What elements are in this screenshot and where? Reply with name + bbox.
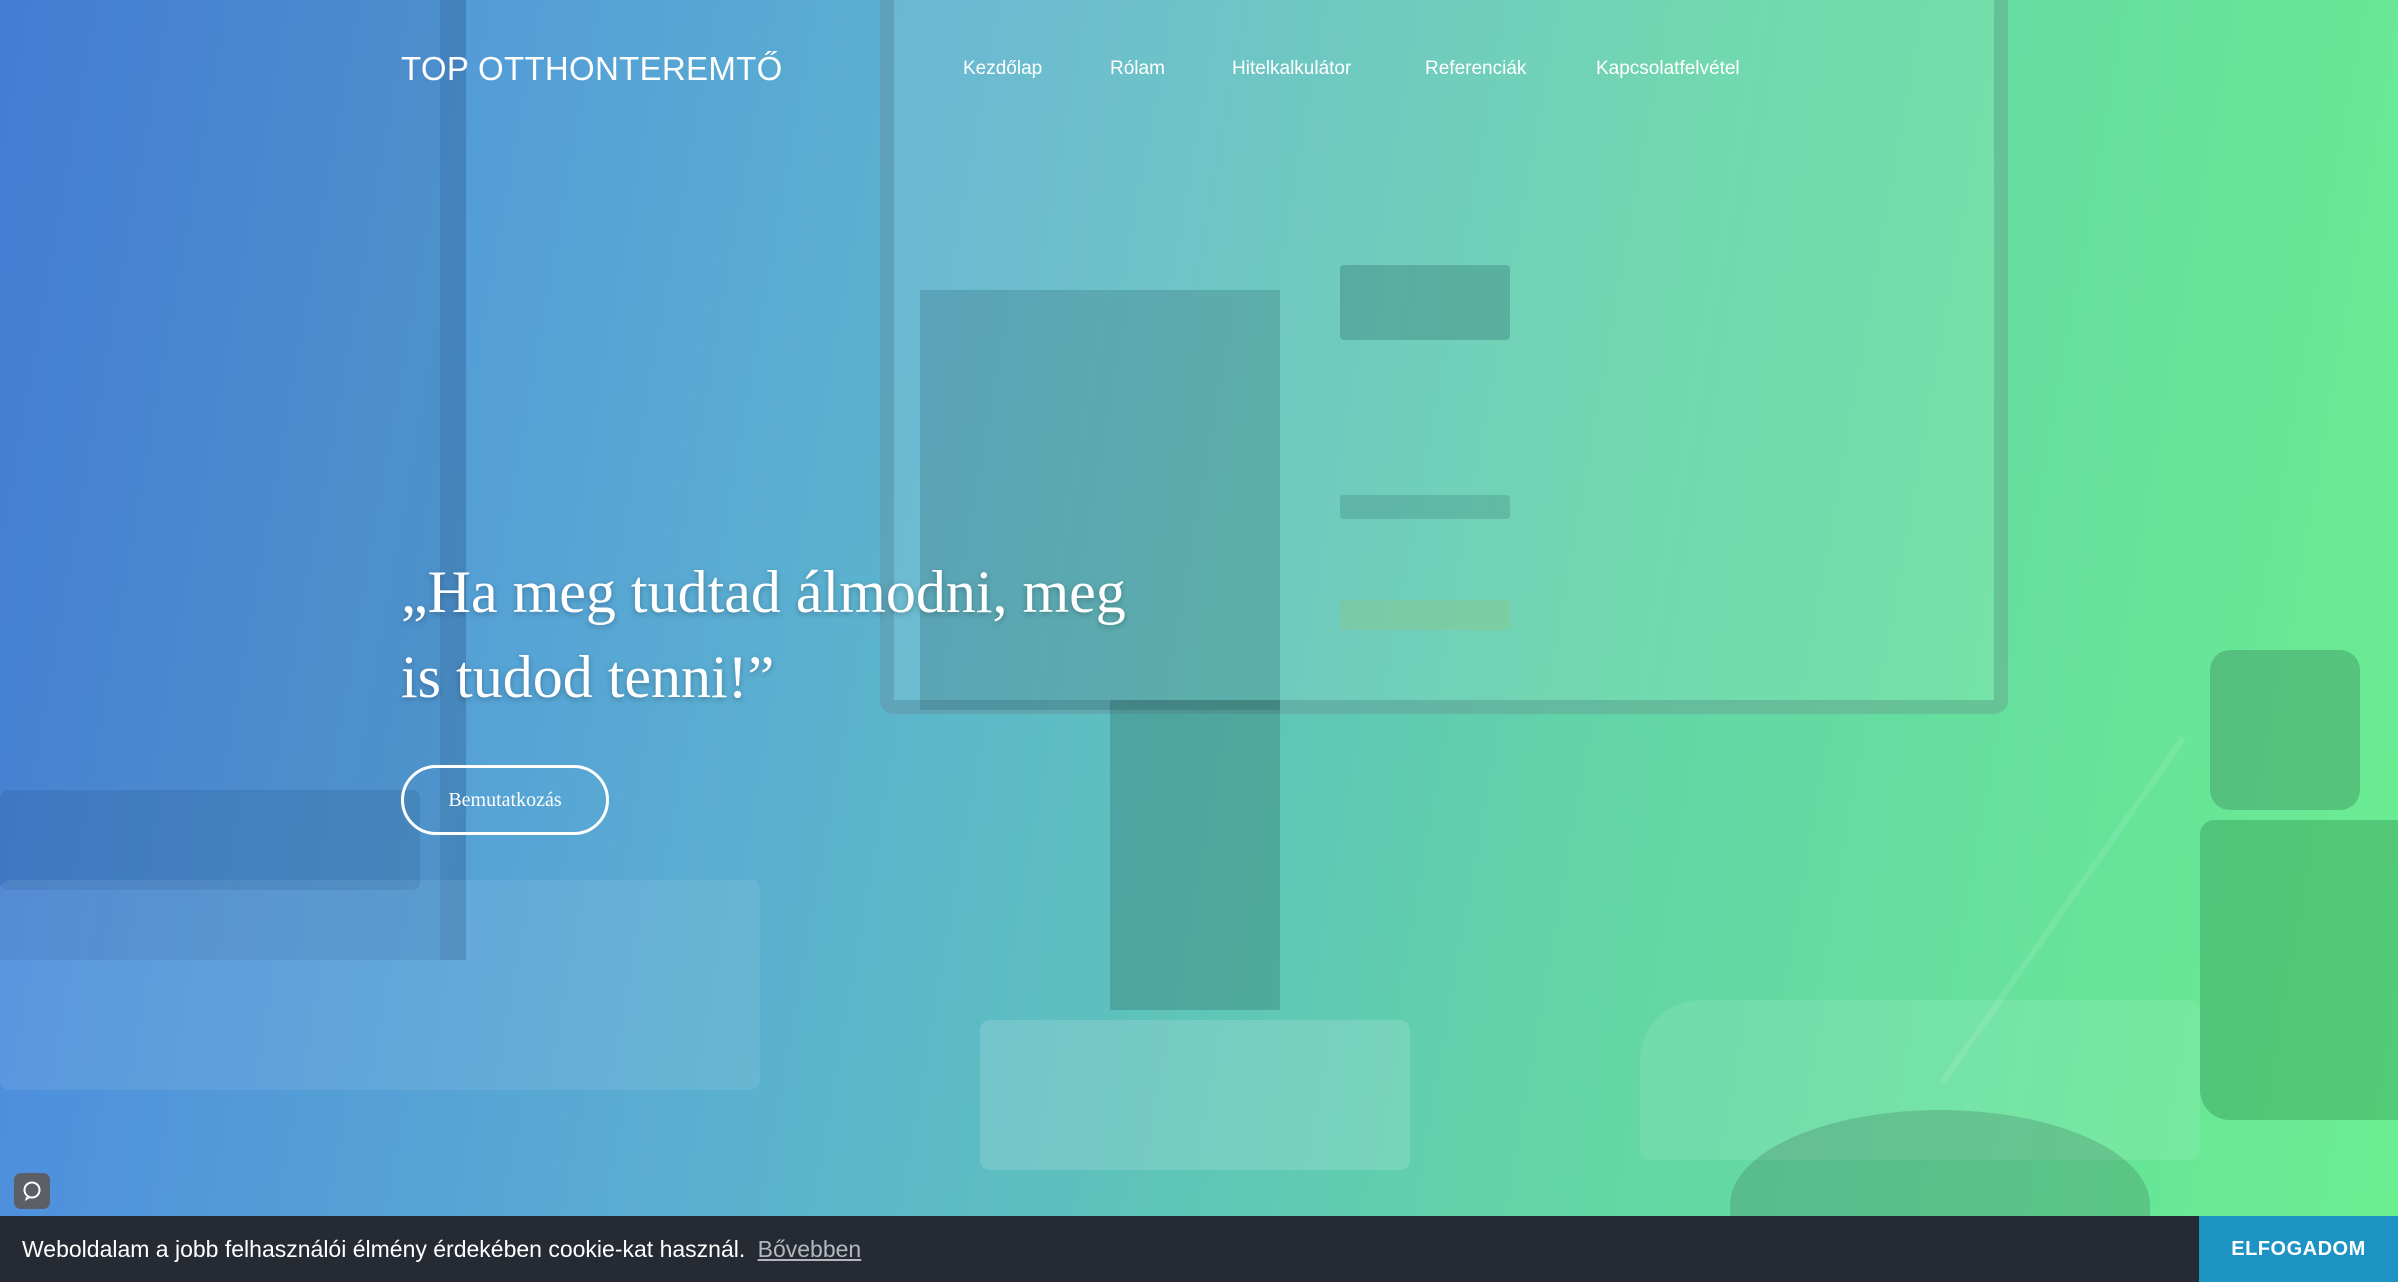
site-logo[interactable]: TOP OTTHONTEREMTŐ — [401, 50, 783, 88]
chat-bubble-icon-glyph — [23, 1181, 41, 1201]
background-screen-block — [1340, 495, 1510, 519]
background-laptop — [0, 880, 760, 1090]
background-mug — [2200, 820, 2398, 1120]
chat-bubble-icon[interactable] — [14, 1173, 50, 1209]
nav-item-referenciak[interactable]: Referenciák — [1425, 58, 1526, 80]
hero-quote: „Ha meg tudtad álmodni, meg is tudod ten… — [401, 550, 1201, 720]
background-device-box — [980, 1020, 1410, 1170]
background-screen-block — [1340, 600, 1510, 630]
background-screen-block — [1340, 265, 1510, 340]
intro-button[interactable]: Bemutatkozás — [401, 765, 609, 835]
background-monitor-stand — [1110, 700, 1280, 1010]
nav-item-hitelkalkulator[interactable]: Hitelkalkulátor — [1232, 58, 1351, 80]
background-phone — [2210, 650, 2360, 810]
nav-item-rolam[interactable]: Rólam — [1110, 58, 1165, 80]
nav-item-kezdolap[interactable]: Kezdőlap — [963, 58, 1042, 80]
cookie-bar: Weboldalam a jobb felhasználói élmény ér… — [0, 1216, 2398, 1282]
background-keyboard — [0, 790, 420, 890]
cookie-message-text: Weboldalam a jobb felhasználói élmény ér… — [22, 1235, 746, 1262]
nav-item-kapcsolatfelvetel[interactable]: Kapcsolatfelvétel — [1596, 58, 1740, 80]
accept-cookies-button[interactable]: ELFOGADOM — [2199, 1216, 2398, 1282]
hero-quote-line: is tudod tenni!” — [401, 644, 775, 710]
hero-quote-line: „Ha meg tudtad álmodni, meg — [401, 559, 1126, 625]
cookie-more-link[interactable]: Bővebben — [758, 1236, 862, 1262]
cookie-message: Weboldalam a jobb felhasználói élmény ér… — [22, 1236, 861, 1263]
